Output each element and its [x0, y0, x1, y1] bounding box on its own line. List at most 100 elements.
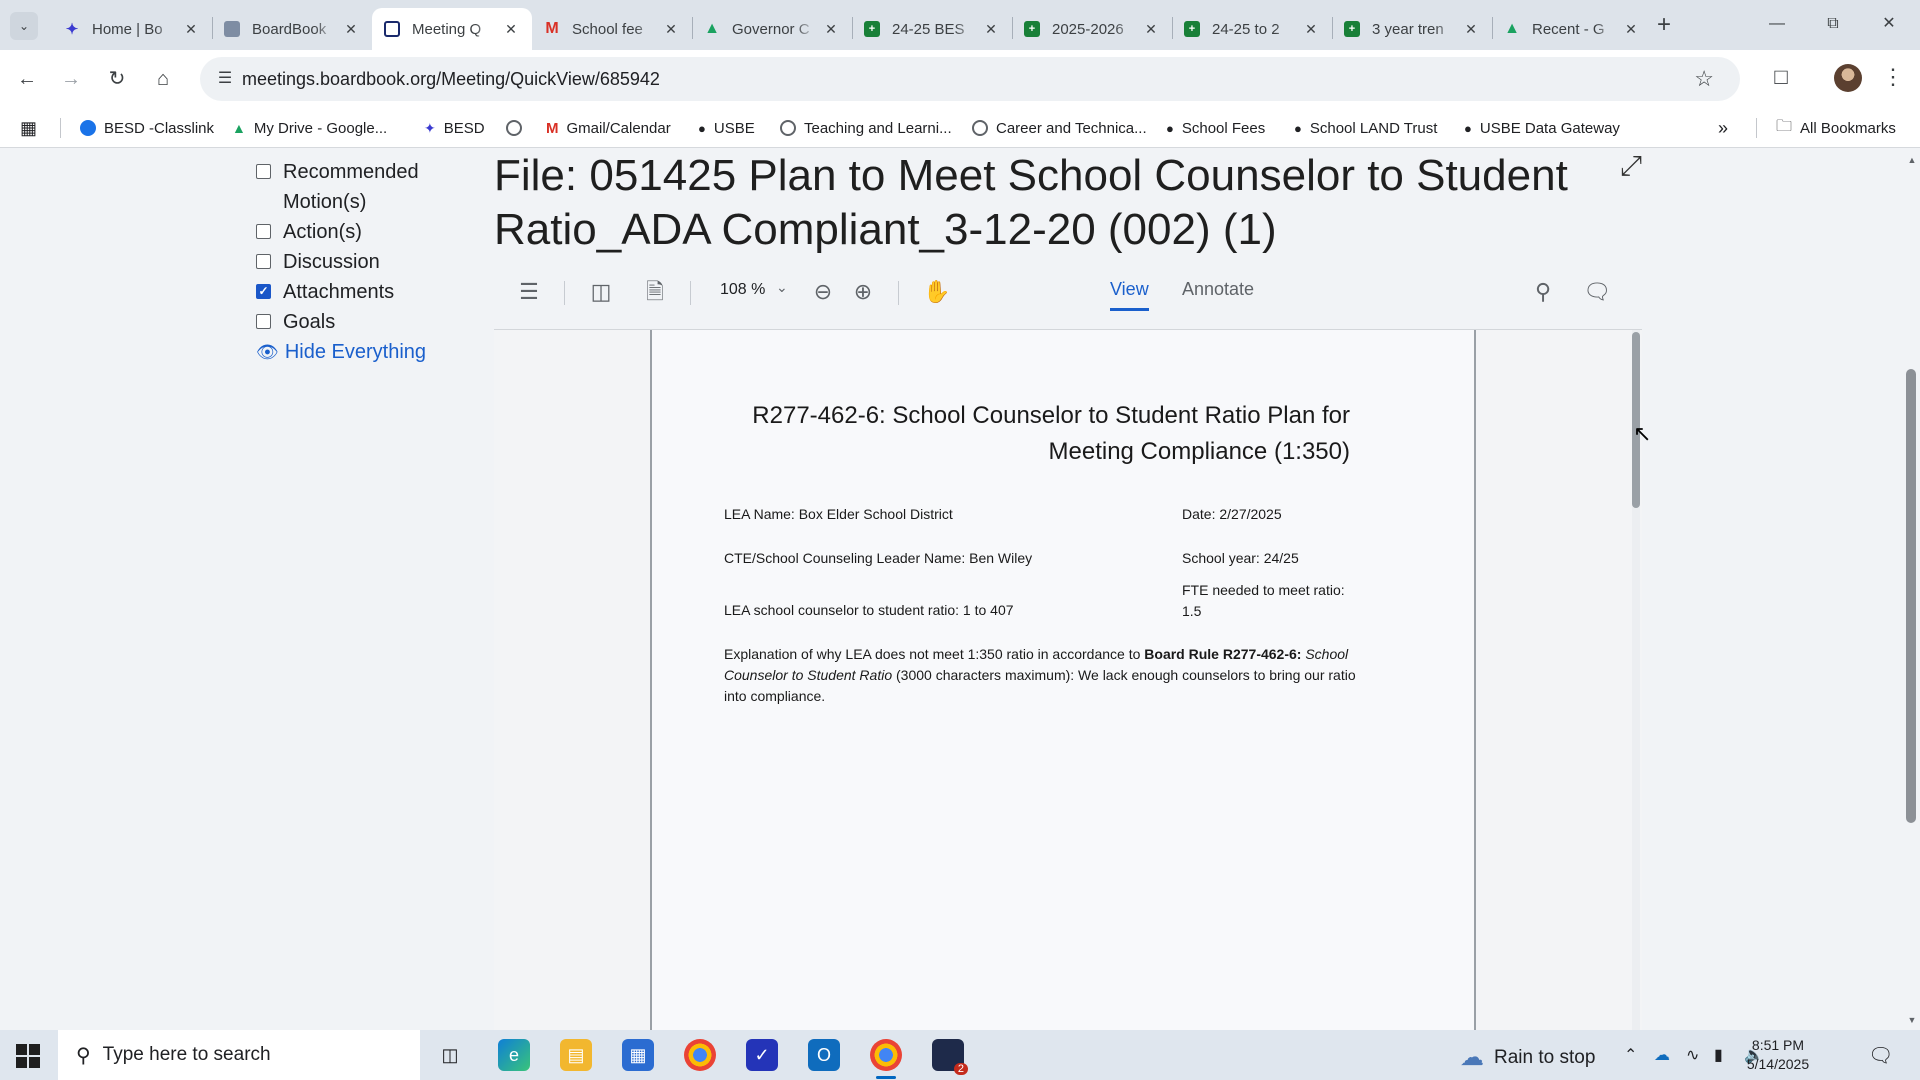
- tab-24-25-besd[interactable]: + 24-25 BES ✕: [852, 8, 1012, 50]
- close-tab-icon[interactable]: ✕: [502, 21, 520, 38]
- filter-goals[interactable]: Goals: [256, 307, 335, 337]
- tab-recent-drive[interactable]: ▲ Recent - G ✕: [1492, 8, 1652, 50]
- lea-name: LEA Name: Box Elder School District: [724, 506, 953, 522]
- page-scrollbar-thumb[interactable]: [1906, 369, 1916, 823]
- battery-icon[interactable]: ▮: [1714, 1045, 1723, 1065]
- comments-panel-icon[interactable]: 🗨: [1582, 277, 1612, 307]
- minimize-icon[interactable]: —: [1754, 8, 1800, 40]
- bookmark-career-technical[interactable]: Career and Technica...: [972, 117, 1147, 139]
- task-view-icon[interactable]: ◫: [434, 1039, 466, 1071]
- tab-24-25-to-2[interactable]: + 24-25 to 2 ✕: [1172, 8, 1332, 50]
- tab-3-year-trend[interactable]: + 3 year tren ✕: [1332, 8, 1492, 50]
- restore-icon[interactable]: ⧉: [1810, 8, 1856, 40]
- tab-title: 24-25 to 2: [1212, 20, 1280, 38]
- checkbox[interactable]: [256, 224, 271, 239]
- tab-2025-2026[interactable]: + 2025-2026 ✕: [1012, 8, 1172, 50]
- chrome-icon[interactable]: [684, 1039, 716, 1071]
- bookmark-gmail-calendar[interactable]: M Gmail/Calendar: [546, 117, 671, 139]
- bookmark-besd-classlink[interactable]: BESD -Classlink: [80, 117, 214, 139]
- bookmark-besd[interactable]: ✦ BESD: [424, 117, 485, 139]
- page-settings-icon[interactable]: 🗎: [640, 277, 670, 307]
- chrome-active-icon[interactable]: [870, 1039, 902, 1079]
- close-tab-icon[interactable]: ✕: [662, 21, 680, 38]
- tab-school-fees[interactable]: M School fee ✕: [532, 8, 692, 50]
- bookmarks-overflow-chevron-icon[interactable]: »: [1718, 117, 1728, 139]
- site-info-icon[interactable]: ☰: [214, 68, 236, 90]
- tab-boardbook[interactable]: BoardBook ✕: [212, 8, 372, 50]
- weather-widget[interactable]: ☁ Rain to stop: [1460, 1043, 1595, 1072]
- wifi-icon[interactable]: ∿: [1686, 1045, 1699, 1065]
- bookmark-school-land-trust[interactable]: ● School LAND Trust: [1294, 117, 1437, 139]
- close-tab-icon[interactable]: ✕: [342, 21, 360, 38]
- bookmark-teaching-learning[interactable]: Teaching and Learni...: [780, 117, 952, 139]
- scroll-down-arrow-icon[interactable]: ▼: [1906, 1015, 1918, 1025]
- home-icon[interactable]: ⌂: [146, 62, 180, 96]
- profile-avatar[interactable]: [1834, 64, 1862, 92]
- bookmark-star-icon[interactable]: ☆: [1694, 66, 1714, 92]
- windows-start-icon[interactable]: [16, 1044, 40, 1068]
- teams-icon[interactable]: 2: [932, 1039, 968, 1075]
- zoom-out-icon[interactable]: ⊖: [808, 277, 838, 307]
- forward-arrow-icon[interactable]: →: [54, 62, 88, 96]
- close-tab-icon[interactable]: ✕: [182, 21, 200, 38]
- expand-fullscreen-icon[interactable]: ⤢: [1616, 151, 1646, 181]
- filter-actions[interactable]: Action(s): [256, 217, 362, 247]
- menu-kebab-icon[interactable]: ⋮: [1878, 64, 1908, 90]
- extensions-icon[interactable]: □: [1766, 64, 1796, 90]
- close-tab-icon[interactable]: ✕: [1622, 21, 1640, 38]
- document-viewer[interactable]: R277-462-6: School Counselor to Student …: [494, 329, 1642, 1030]
- close-tab-icon[interactable]: ✕: [822, 21, 840, 38]
- apps-grid-icon[interactable]: ▦: [20, 117, 37, 139]
- tray-chevron-up-icon[interactable]: ⌃: [1624, 1045, 1637, 1065]
- window-close-icon[interactable]: ✕: [1866, 8, 1912, 40]
- tab-search-chevron-icon[interactable]: ⌄: [10, 12, 38, 40]
- checkbox-checked[interactable]: ✓: [256, 284, 271, 299]
- tab-meeting-quickview[interactable]: Meeting Q ✕: [372, 8, 532, 50]
- hide-everything-link[interactable]: 👁 Hide Everything: [256, 341, 426, 364]
- close-tab-icon[interactable]: ✕: [1142, 21, 1160, 38]
- bookmark-my-drive[interactable]: ▲ My Drive - Google...: [232, 117, 387, 139]
- address-bar[interactable]: ☰ meetings.boardbook.org/Meeting/QuickVi…: [200, 57, 1740, 101]
- onedrive-cloud-icon[interactable]: ☁: [1654, 1045, 1670, 1065]
- microsoft-store-icon[interactable]: ▦: [622, 1039, 654, 1071]
- all-bookmarks-button[interactable]: 🗀 All Bookmarks: [1776, 117, 1896, 139]
- filter-attachments[interactable]: ✓ Attachments: [256, 277, 394, 307]
- bookmark-school-fees[interactable]: ● School Fees: [1166, 117, 1265, 139]
- filter-recommended-motions[interactable]: Recommended Motion(s): [256, 157, 419, 217]
- tab-home-bo[interactable]: ✦ Home | Bo ✕: [52, 8, 212, 50]
- weather-text: Rain to stop: [1494, 1046, 1596, 1068]
- bookmark-usbe[interactable]: ● USBE: [698, 117, 755, 139]
- zoom-dropdown-chevron-icon[interactable]: ⌄: [776, 279, 788, 296]
- checkbox[interactable]: [256, 254, 271, 269]
- menu-hamburger-icon[interactable]: ☰: [514, 277, 544, 307]
- annotate-tab[interactable]: Annotate: [1182, 279, 1254, 308]
- viva-icon[interactable]: ✓: [746, 1039, 778, 1071]
- notification-center-icon[interactable]: 🗨: [1868, 1043, 1893, 1068]
- zoom-in-icon[interactable]: ⊕: [848, 277, 878, 307]
- checkbox[interactable]: [256, 314, 271, 329]
- checkbox[interactable]: [256, 164, 271, 179]
- tab-governor[interactable]: ▲ Governor C ✕: [692, 8, 852, 50]
- pan-hand-icon[interactable]: ✋: [922, 277, 952, 307]
- zoom-level[interactable]: 108 %: [720, 281, 765, 299]
- url-text[interactable]: meetings.boardbook.org/Meeting/QuickView…: [242, 69, 660, 90]
- sidebar-panel-icon[interactable]: ◫: [586, 277, 616, 307]
- reload-icon[interactable]: ↻: [100, 62, 134, 96]
- edge-icon[interactable]: e: [498, 1039, 530, 1071]
- bookmark-globe[interactable]: [506, 117, 522, 139]
- viewer-scrollbar-thumb[interactable]: [1632, 332, 1640, 508]
- bookmark-usbe-data-gateway[interactable]: ● USBE Data Gateway: [1464, 117, 1620, 139]
- back-arrow-icon[interactable]: ←: [10, 62, 44, 96]
- filter-discussion[interactable]: Discussion: [256, 247, 380, 277]
- search-icon[interactable]: ⚲: [1528, 277, 1558, 307]
- outlook-icon[interactable]: O: [808, 1039, 840, 1071]
- close-tab-icon[interactable]: ✕: [982, 21, 1000, 38]
- taskbar-search-box[interactable]: ⚲ Type here to search: [58, 1030, 420, 1080]
- close-tab-icon[interactable]: ✕: [1462, 21, 1480, 38]
- system-clock[interactable]: 8:51 PM 5/14/2025: [1738, 1036, 1818, 1074]
- new-tab-plus-icon[interactable]: +: [1650, 12, 1678, 40]
- scroll-up-arrow-icon[interactable]: ▲: [1906, 155, 1918, 165]
- close-tab-icon[interactable]: ✕: [1302, 21, 1320, 38]
- view-tab[interactable]: View: [1110, 279, 1149, 311]
- file-explorer-icon[interactable]: ▤: [560, 1039, 592, 1071]
